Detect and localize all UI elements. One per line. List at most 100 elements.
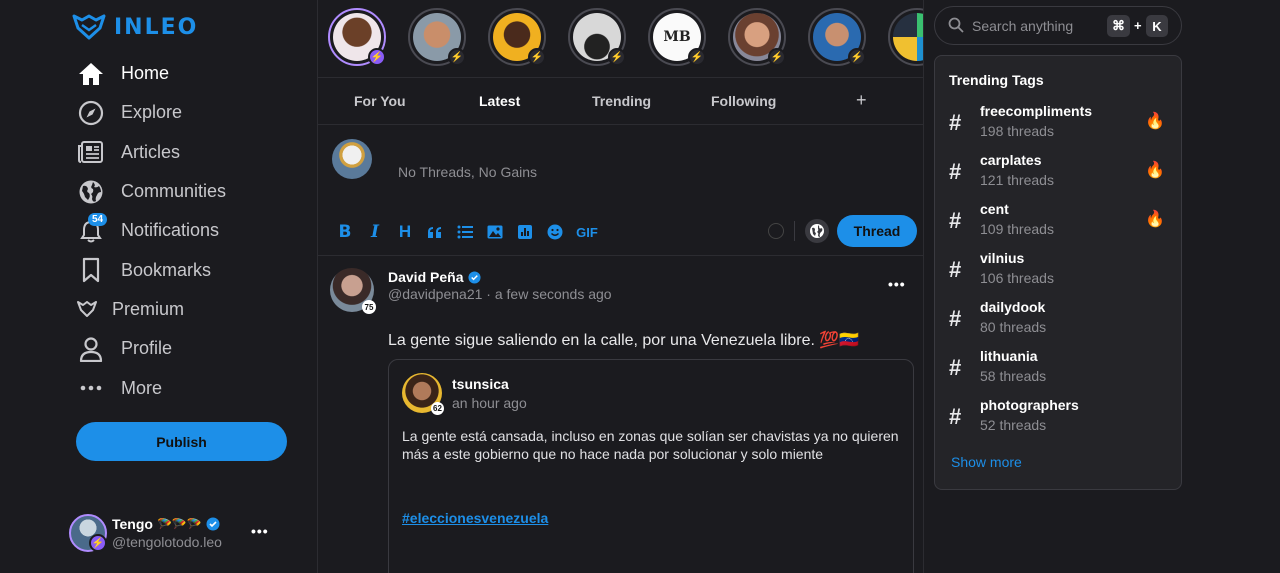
tag-count: 52 threads bbox=[980, 417, 1047, 433]
nav-item-explore[interactable]: Explore bbox=[76, 93, 226, 132]
quote-author[interactable]: tsunsica bbox=[452, 376, 509, 392]
tag-name: dailydook bbox=[980, 299, 1046, 315]
nav-item-more[interactable]: More bbox=[76, 368, 226, 407]
language-globe-icon[interactable] bbox=[805, 219, 829, 243]
tab-following[interactable]: Following bbox=[711, 93, 776, 109]
nav-item-bookmarks[interactable]: Bookmarks bbox=[76, 250, 226, 289]
shortcut-k-key: K bbox=[1146, 15, 1168, 37]
fire-icon: 🔥 bbox=[1145, 113, 1165, 130]
hashtag-icon: # bbox=[949, 355, 962, 380]
tag-name: photographers bbox=[980, 397, 1079, 413]
bold-icon[interactable]: B bbox=[330, 221, 360, 243]
feed-column: ⚡ ⚡ ⚡ ⚡ MB ⚡ ⚡ ⚡ For You Latest Trending… bbox=[318, 0, 924, 573]
hashtag-icon: # bbox=[949, 257, 962, 282]
search-bar[interactable]: Search anything ⌘ + K bbox=[934, 6, 1182, 45]
account-switcher[interactable]: ⚡ Tengo 🪂🪂🪂 @tengolotodo.leo ••• bbox=[69, 514, 268, 552]
tag-name: vilnius bbox=[980, 250, 1025, 266]
search-input[interactable]: Search anything bbox=[972, 18, 1073, 34]
avatar bbox=[332, 139, 372, 179]
story-avatar[interactable]: ⚡ bbox=[728, 8, 786, 66]
trending-tag-row[interactable]: # dailydook 80 threads bbox=[949, 298, 1169, 338]
feed-tabs: For You Latest Trending Following + bbox=[318, 77, 923, 125]
lightning-badge-icon: ⚡ bbox=[368, 48, 386, 66]
story-avatar[interactable]: ⚡ bbox=[408, 8, 466, 66]
trending-tag-row[interactable]: # lithuania 58 threads bbox=[949, 347, 1169, 387]
emoji-icon[interactable] bbox=[540, 221, 570, 243]
quote-icon[interactable] bbox=[420, 221, 450, 243]
story-avatar[interactable]: ⚡ bbox=[488, 8, 546, 66]
leo-logo-icon bbox=[76, 294, 98, 324]
nav-item-profile[interactable]: Profile bbox=[76, 329, 226, 368]
story-avatar[interactable] bbox=[888, 8, 923, 66]
thread-composer: No Threads, No Gains B I H GIF Thread bbox=[318, 125, 923, 256]
account-emoji: 🪂🪂🪂 bbox=[156, 517, 202, 531]
nav-label: Explore bbox=[121, 102, 183, 123]
nav-label: Premium bbox=[112, 298, 185, 319]
hashtag-link[interactable]: #eleccionesvenezuela bbox=[402, 510, 548, 526]
verified-badge-icon bbox=[206, 517, 220, 531]
italic-icon[interactable]: I bbox=[360, 221, 390, 243]
tag-name: cent bbox=[980, 201, 1009, 217]
story-avatar[interactable]: ⚡ bbox=[568, 8, 626, 66]
shortcut-cmd-key: ⌘ bbox=[1107, 15, 1130, 37]
trending-tag-row[interactable]: # cent 109 threads 🔥 bbox=[949, 200, 1169, 240]
composer-input[interactable]: No Threads, No Gains bbox=[398, 164, 537, 180]
avatar bbox=[893, 13, 923, 61]
account-menu-button[interactable]: ••• bbox=[251, 523, 269, 539]
brand-name: INLEO bbox=[114, 14, 199, 40]
heading-icon[interactable]: H bbox=[390, 221, 420, 243]
tag-count: 106 threads bbox=[980, 270, 1054, 286]
story-avatar[interactable]: ⚡ bbox=[808, 8, 866, 66]
lightning-badge-icon: ⚡ bbox=[688, 48, 706, 66]
account-name-text: Tengo bbox=[112, 516, 153, 532]
trending-tag-row[interactable]: # photographers 52 threads bbox=[949, 396, 1169, 436]
nav-item-communities[interactable]: Communities bbox=[76, 172, 226, 211]
show-more-link[interactable]: Show more bbox=[951, 454, 1022, 470]
add-tab-button[interactable]: + bbox=[856, 90, 867, 111]
publish-button[interactable]: Publish bbox=[76, 422, 287, 461]
nav-item-notifications[interactable]: 54 Notifications bbox=[76, 211, 226, 250]
tab-for-you[interactable]: For You bbox=[354, 93, 406, 109]
nav-label: Profile bbox=[121, 338, 173, 359]
divider bbox=[794, 221, 795, 241]
tag-name: lithuania bbox=[980, 348, 1038, 364]
image-icon[interactable] bbox=[480, 221, 510, 243]
bookmark-icon bbox=[76, 255, 106, 285]
story-avatar[interactable]: ⚡ bbox=[328, 8, 386, 66]
tab-trending[interactable]: Trending bbox=[592, 93, 651, 109]
hashtag-icon: # bbox=[949, 306, 962, 331]
tag-count: 109 threads bbox=[980, 221, 1054, 237]
fire-icon: 🔥 bbox=[1145, 162, 1165, 179]
gif-button[interactable]: GIF bbox=[570, 221, 604, 243]
story-avatar[interactable]: MB ⚡ bbox=[648, 8, 706, 66]
leo-logo-icon bbox=[72, 14, 106, 40]
reputation-badge: 62 bbox=[431, 402, 444, 415]
hashtag-icon: # bbox=[949, 159, 962, 184]
nav-label: Articles bbox=[121, 141, 181, 162]
trending-tag-row[interactable]: # freecompliments 198 threads 🔥 bbox=[949, 102, 1169, 142]
trending-tag-row[interactable]: # vilnius 106 threads bbox=[949, 249, 1169, 289]
post-author[interactable]: David Peña bbox=[388, 269, 482, 285]
nav-label: Bookmarks bbox=[121, 259, 212, 280]
thread-submit-button[interactable]: Thread bbox=[837, 215, 917, 247]
quoted-thread[interactable]: 62 tsunsica an hour ago La gente está ca… bbox=[388, 359, 914, 573]
nav-item-home[interactable]: Home bbox=[76, 54, 226, 93]
tab-latest[interactable]: Latest bbox=[479, 93, 520, 109]
more-dots-icon bbox=[76, 373, 106, 403]
hashtag-icon: # bbox=[949, 404, 962, 429]
lightning-badge-icon: ⚡ bbox=[528, 48, 546, 66]
newspaper-icon bbox=[76, 137, 106, 167]
nav-item-premium[interactable]: Premium bbox=[76, 290, 226, 329]
nav-item-articles[interactable]: Articles bbox=[76, 133, 226, 172]
trending-tag-row[interactable]: # carplates 121 threads 🔥 bbox=[949, 151, 1169, 191]
verified-badge-icon bbox=[468, 270, 482, 284]
post-menu-button[interactable]: ••• bbox=[888, 276, 906, 292]
inleo-logo[interactable]: INLEO bbox=[72, 14, 198, 40]
lightning-badge-icon: ⚡ bbox=[448, 48, 466, 66]
lightning-badge-icon: ⚡ bbox=[89, 534, 107, 552]
main-nav: Home Explore Articles Communities 54 Not… bbox=[76, 54, 226, 408]
list-icon[interactable] bbox=[450, 221, 480, 243]
tag-count: 58 threads bbox=[980, 368, 1047, 384]
post-author-name: David Peña bbox=[388, 269, 464, 285]
poll-chart-icon[interactable] bbox=[510, 221, 540, 243]
